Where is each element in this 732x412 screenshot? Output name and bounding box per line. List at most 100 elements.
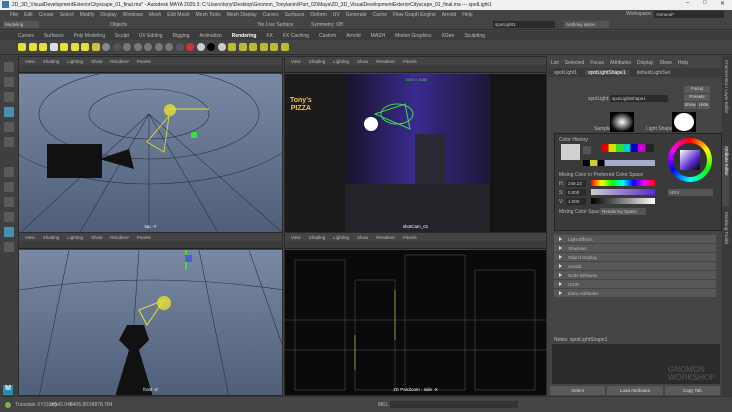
shelf-tool-icon[interactable] <box>154 43 163 51</box>
shelf-tool-icon[interactable] <box>81 43 89 51</box>
viewport-menu-view[interactable]: View <box>291 235 301 240</box>
menu-display[interactable]: Display <box>100 12 116 18</box>
section-arnold[interactable]: Arnold <box>554 262 716 270</box>
shelf-tab-custom[interactable]: Custom <box>319 33 336 39</box>
shelf-tool-icon[interactable] <box>280 43 289 51</box>
viewport-menu-shading[interactable]: Shading <box>309 59 326 64</box>
menu-uv[interactable]: UV <box>333 12 340 18</box>
shelf-tool-icon[interactable] <box>175 43 184 51</box>
shelf-tab-rigging[interactable]: Rigging <box>173 33 190 39</box>
shelf-tool-icon[interactable] <box>123 43 131 51</box>
rotate-tool-icon[interactable] <box>4 122 14 132</box>
shelf-tab-xgen[interactable]: XGen <box>442 33 455 39</box>
viewport-menu-panels[interactable]: Panels <box>137 59 151 64</box>
viewport-menu-renderer[interactable]: Renderer <box>376 59 395 64</box>
hide-button[interactable]: Hide <box>697 102 710 109</box>
shelf-tab-sculpt[interactable]: Sculpt <box>115 33 129 39</box>
menu-edit[interactable]: Edit <box>24 12 33 18</box>
outliner-icon[interactable] <box>4 227 14 237</box>
menu-mesh[interactable]: Mesh <box>149 12 161 18</box>
scale-tool-icon[interactable] <box>4 137 14 147</box>
viewport-toolbar[interactable] <box>285 241 546 249</box>
viewport-shotcam[interactable]: View Shading Lighting Show Renderer Panels To… <box>284 56 547 233</box>
section-extra-attributes[interactable]: Extra Attributes <box>554 289 716 297</box>
color-history-swatches[interactable] <box>601 144 654 152</box>
shelf-tool-icon[interactable] <box>270 43 278 51</box>
shelf-tool-icon[interactable] <box>49 43 58 51</box>
workspace-dropdown[interactable]: General* <box>654 11 725 18</box>
menu-select[interactable]: Select <box>60 12 74 18</box>
show-button[interactable]: Show <box>684 102 696 109</box>
viewport-menu-renderer[interactable]: Renderer <box>110 59 129 64</box>
four-view-icon[interactable] <box>4 197 14 207</box>
shelf-tool-icon[interactable] <box>217 43 226 51</box>
workspace-selector[interactable]: Workspace: General* <box>626 11 725 18</box>
mixing-space-dropdown[interactable]: Rendering Space <box>600 208 646 215</box>
value-field[interactable]: 1.000 <box>566 198 586 205</box>
ae-menu-display[interactable]: Display <box>637 60 653 66</box>
shelf-tool-icon[interactable] <box>60 43 68 51</box>
move-tool-icon[interactable] <box>4 107 14 117</box>
section-shadows[interactable]: Shadows <box>554 244 716 252</box>
value-slider[interactable] <box>591 198 655 204</box>
section-light-effects[interactable]: Light Effects <box>554 235 716 243</box>
saturation-field[interactable]: 0.000 <box>566 189 586 196</box>
side-tab-1[interactable]: Attribute Editor <box>722 146 729 206</box>
ae-menu-attributes[interactable]: Attributes <box>610 60 631 66</box>
eyedropper-icon[interactable] <box>583 146 591 154</box>
viewport-menu-lighting[interactable]: Lighting <box>67 59 83 64</box>
section-node-behavior[interactable]: Node Behavior <box>554 271 716 279</box>
ae-menu-show[interactable]: Show <box>659 60 672 66</box>
shelf-tab-curves[interactable]: Curves <box>18 33 34 39</box>
shelf-tool-icon[interactable] <box>165 43 173 51</box>
minimize-button[interactable]: – <box>686 0 689 6</box>
section-uuid[interactable]: UUID <box>554 280 716 288</box>
live-surface[interactable]: No Live Surface <box>258 22 294 28</box>
viewport-menu-show[interactable]: Show <box>91 59 102 64</box>
menu-curves[interactable]: Curves <box>263 12 279 18</box>
viewport-menu-view[interactable]: View <box>25 235 35 240</box>
ae-tab-spotLight1[interactable]: spotLight1 <box>554 70 577 76</box>
select-button[interactable]: Select <box>550 386 606 395</box>
mel-command-input[interactable] <box>390 401 518 408</box>
viewport-menu-shading[interactable]: Shading <box>309 235 326 240</box>
ae-menu-selected[interactable]: Selected <box>565 60 584 66</box>
menu-set-dropdown[interactable]: Modeling <box>3 21 39 28</box>
shelf-tab-fx[interactable]: FX <box>266 33 272 39</box>
viewport-menu-show[interactable]: Show <box>91 235 102 240</box>
viewport-menu-panels[interactable]: Panels <box>403 59 417 64</box>
focus-button[interactable]: Focus <box>684 86 710 93</box>
hue-slider[interactable] <box>591 180 655 186</box>
viewport-menu-lighting[interactable]: Lighting <box>67 235 83 240</box>
viewport-menu-show[interactable]: Show <box>357 59 368 64</box>
color-wheel[interactable] <box>668 138 712 182</box>
spotlight-name-field[interactable]: spotLightShape1 <box>610 95 668 102</box>
viewport-menu-shading[interactable]: Shading <box>43 59 60 64</box>
shelf-tool-icon[interactable] <box>228 43 236 51</box>
ae-menu-focus[interactable]: Focus <box>590 60 604 66</box>
shelf-tool-icon[interactable] <box>259 43 268 51</box>
menu-cache[interactable]: Cache <box>373 12 387 18</box>
shelf-tab-poly-modeling[interactable]: Poly Modeling <box>74 33 105 39</box>
shelf-tool-icon[interactable] <box>28 43 37 51</box>
maximize-button[interactable]: □ <box>703 0 707 6</box>
menu-flow-graph-engine[interactable]: Flow Graph Engine <box>393 12 436 18</box>
symmetry-dropdown[interactable]: Symmetry: Off <box>311 22 343 28</box>
viewport-top[interactable]: View Shading Lighting Show Renderer Panels to… <box>18 56 283 233</box>
viewport-menu-renderer[interactable]: Renderer <box>110 235 129 240</box>
viewport-menu-panels[interactable]: Panels <box>137 235 151 240</box>
viewport-menu-lighting[interactable]: Lighting <box>333 59 349 64</box>
viewport-menu-show[interactable]: Show <box>357 235 368 240</box>
presets-button[interactable]: Presets <box>684 94 710 101</box>
shelf-tool-icon[interactable] <box>144 43 152 51</box>
search-icon[interactable] <box>4 242 14 252</box>
menu-help[interactable]: Help <box>462 12 472 18</box>
shelf-tool-icon[interactable] <box>39 43 47 51</box>
viewport-menu-view[interactable]: View <box>25 59 35 64</box>
menu-deform[interactable]: Deform <box>310 12 326 18</box>
viewport-menu-panels[interactable]: Panels <box>403 235 417 240</box>
viewport-menu-renderer[interactable]: Renderer <box>376 235 395 240</box>
menu-windows[interactable]: Windows <box>123 12 143 18</box>
shelf-tool-icon[interactable] <box>112 43 121 51</box>
shelf-tab-motion-graphics[interactable]: Motion Graphics <box>395 33 431 39</box>
